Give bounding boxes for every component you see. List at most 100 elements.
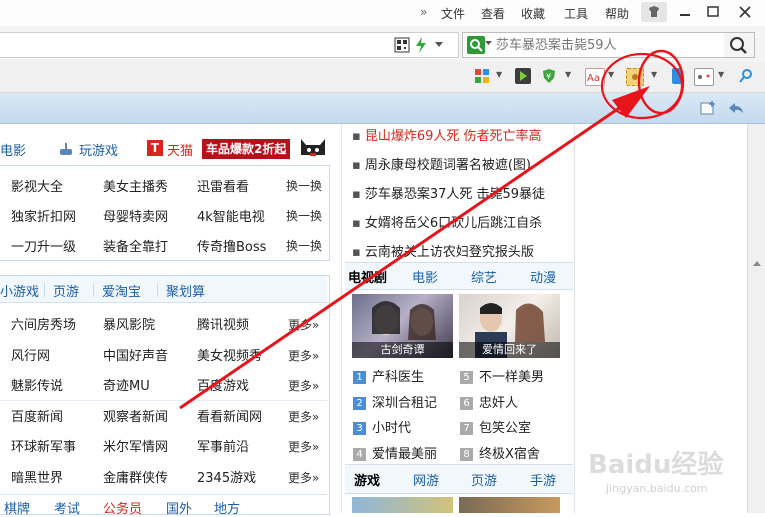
menu-favorites[interactable]: 收藏	[521, 5, 545, 22]
site-link[interactable]: 环球新军事	[11, 436, 76, 455]
gamepad-dropdown-icon[interactable]: ▼	[718, 70, 724, 79]
thumbnail-gujian[interactable]: 古剑奇谭	[352, 294, 453, 358]
font-dropdown-icon[interactable]: ▼	[608, 70, 614, 79]
page-scrollbar[interactable]	[747, 124, 765, 513]
ranking-item[interactable]: 3 小时代	[353, 417, 411, 436]
site-link[interactable]: 观察者新闻	[103, 406, 168, 425]
tablet-icon[interactable]	[672, 68, 682, 84]
more-link[interactable]: 更多»	[288, 347, 319, 364]
undo-close-tab-icon[interactable]	[727, 100, 745, 116]
ranking-item[interactable]: 7 包笑公室	[460, 417, 531, 436]
ranking-item[interactable]: 1 产科医生	[353, 366, 424, 385]
quick-link[interactable]: 装备全靠打	[103, 236, 168, 255]
nav-movie-link[interactable]: 电影	[0, 140, 26, 159]
quick-link[interactable]: 美女主播秀	[103, 176, 168, 195]
headline-item[interactable]: ▪ 昆山爆炸69人死 伤者死亡率高	[352, 125, 542, 144]
maximize-button[interactable]	[699, 2, 727, 22]
more-link[interactable]: 更多»	[288, 377, 319, 394]
refresh-link[interactable]: 换一换	[286, 207, 322, 224]
game-tab[interactable]: 网游	[413, 470, 439, 489]
apps-grid-icon[interactable]	[474, 68, 490, 84]
site-link[interactable]: 奇迹MU	[103, 375, 150, 394]
new-tab-icon[interactable]	[700, 100, 718, 116]
search-button[interactable]	[724, 32, 755, 58]
headline-item[interactable]: ▪ 莎车暴恐案37人死 击毙59暴徒	[352, 183, 545, 202]
site-link[interactable]: 百度新闻	[11, 406, 63, 425]
skin-icon[interactable]	[641, 2, 667, 22]
video-tab[interactable]: 电影	[412, 267, 438, 286]
more-link[interactable]: 更多»	[288, 438, 319, 455]
menu-file[interactable]: 文件	[441, 5, 465, 22]
site-link[interactable]: 暴风影院	[103, 314, 155, 333]
video-play-icon[interactable]	[515, 68, 531, 84]
category-tab[interactable]: 棋牌	[4, 498, 30, 517]
category-tab[interactable]: 国外	[166, 498, 192, 517]
ranking-item[interactable]: 5 不一样美男	[460, 366, 544, 385]
site-link[interactable]: 2345游戏	[197, 467, 256, 486]
ranking-item[interactable]: 2 深圳合租记	[353, 392, 437, 411]
scroll-up-icon[interactable]	[751, 258, 763, 270]
magnifier-zoom-icon[interactable]	[738, 68, 754, 84]
directory-tab[interactable]: 小游戏	[0, 281, 39, 300]
site-link[interactable]: 金庸群侠传	[103, 467, 168, 486]
quick-link[interactable]: 4k智能电视	[197, 206, 265, 225]
site-link[interactable]: 暗黑世界	[11, 467, 63, 486]
directory-tab[interactable]: 聚划算	[166, 281, 205, 300]
site-link[interactable]: 腾讯视频	[197, 314, 249, 333]
headline-item[interactable]: ▪ 云南被关上访农妇登究报头版	[352, 241, 534, 260]
site-link[interactable]: 百度游戏	[197, 375, 249, 394]
nav-games-link[interactable]: 玩游戏	[79, 140, 118, 159]
game-tab[interactable]: 手游	[530, 470, 556, 489]
site-link[interactable]: 中国好声音	[103, 345, 168, 364]
video-tab[interactable]: 动漫	[530, 267, 556, 286]
nav-tmall-link[interactable]: 天猫	[167, 140, 193, 159]
search-engine-dropdown-icon[interactable]	[485, 39, 493, 47]
quick-link[interactable]: 传奇撸Boss	[197, 236, 266, 255]
site-link[interactable]: 风行网	[11, 345, 50, 364]
game-thumbnail-1[interactable]	[352, 497, 453, 513]
site-link[interactable]: 米尔军情网	[103, 436, 168, 455]
directory-tab[interactable]: 爱淘宝	[102, 281, 141, 300]
refresh-link[interactable]: 换一换	[286, 237, 322, 254]
quick-link[interactable]: 独家折扣网	[11, 206, 76, 225]
menu-help[interactable]: 帮助	[605, 5, 629, 22]
more-link[interactable]: 更多»	[288, 316, 319, 333]
lightning-icon[interactable]	[414, 36, 428, 54]
category-tab[interactable]: 公务员	[103, 498, 142, 517]
screenshot-dropdown-icon[interactable]: ▼	[651, 70, 657, 79]
apps-dropdown-icon[interactable]: ▼	[496, 70, 502, 79]
site-link[interactable]: 军事前沿	[197, 436, 249, 455]
gamepad-icon[interactable]	[694, 68, 714, 86]
site-link[interactable]: 看看新闻网	[197, 406, 262, 425]
site-link[interactable]: 美女视频秀	[197, 345, 262, 364]
refresh-link[interactable]: 换一换	[286, 177, 322, 194]
screenshot-icon[interactable]	[626, 68, 644, 86]
thumbnail-aiqing[interactable]: 爱情回来了	[459, 294, 560, 358]
menu-tools[interactable]: 工具	[564, 5, 588, 22]
quick-link[interactable]: 母婴特卖网	[103, 206, 168, 225]
category-tab[interactable]: 考试	[54, 498, 80, 517]
site-link[interactable]: 魅影传说	[11, 375, 63, 394]
video-tab[interactable]: 综艺	[471, 267, 497, 286]
menu-view[interactable]: 查看	[481, 5, 505, 22]
site-link[interactable]: 六间房秀场	[11, 314, 76, 333]
minimize-button[interactable]	[671, 2, 699, 22]
promo-badge[interactable]: 车品爆款2折起	[202, 139, 291, 159]
search-input[interactable]	[494, 35, 723, 55]
game-tab[interactable]: 游戏	[354, 470, 380, 489]
more-link[interactable]: 更多»	[288, 469, 319, 486]
search-engine-icon[interactable]	[467, 36, 485, 54]
close-button[interactable]	[731, 2, 759, 22]
menu-overflow-chevron[interactable]: »	[420, 5, 427, 19]
address-dropdown-icon[interactable]	[434, 41, 444, 49]
video-tab[interactable]: 电视剧	[348, 267, 387, 286]
more-link[interactable]: 更多»	[288, 408, 319, 425]
quick-link[interactable]: 一刀升一级	[11, 236, 76, 255]
directory-tab[interactable]: 页游	[53, 281, 79, 300]
ranking-item[interactable]: 4 爱情最美丽	[353, 443, 437, 462]
shield-icon[interactable]: ¥	[541, 68, 557, 84]
address-bar[interactable]	[0, 32, 459, 58]
game-tab[interactable]: 页游	[471, 470, 497, 489]
quick-link[interactable]: 迅雷看看	[197, 176, 249, 195]
font-size-icon[interactable]: Aa	[585, 68, 605, 86]
